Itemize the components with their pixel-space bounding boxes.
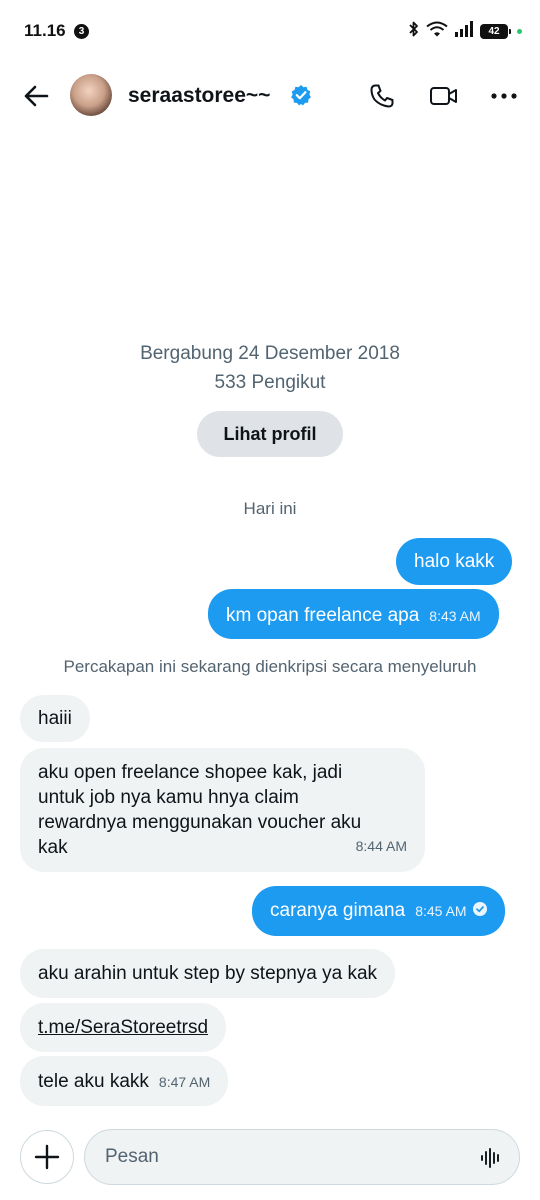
message-text: km opan freelance apa: [226, 605, 420, 626]
add-attachment-button[interactable]: [20, 1130, 74, 1184]
message-bubble-received[interactable]: t.me/SeraStoreetrsd: [20, 1003, 227, 1052]
message-bubble-received[interactable]: tele aku kakk 8:47 AM: [20, 1056, 229, 1106]
message-time: 8:45 AM: [415, 903, 467, 919]
view-profile-button[interactable]: Lihat profil: [197, 411, 343, 457]
voice-waveform-icon: [481, 1148, 499, 1168]
battery-icon: 42: [480, 23, 511, 39]
signal-icon: [454, 20, 474, 42]
message-time: 8:47 AM: [158, 1074, 211, 1090]
message-bubble-sent[interactable]: caranya gimana 8:45 AM: [252, 886, 505, 936]
message-time: 8:44 AM: [355, 838, 407, 854]
message-text: aku open freelance shopee kak, jadi untu…: [38, 762, 362, 858]
contact-name[interactable]: seraastoree~~: [128, 84, 270, 108]
follower-count: 533 Pengikut: [214, 372, 326, 393]
call-button[interactable]: [366, 80, 398, 112]
message-text: caranya gimana: [270, 900, 406, 921]
message-text: halo kakk: [414, 551, 495, 572]
privacy-indicator-dot: [517, 28, 522, 34]
message-composer: [0, 1122, 540, 1192]
back-arrow-icon: [24, 85, 49, 107]
message-bubble-received[interactable]: aku open freelance shopee kak, jadi untu…: [20, 748, 425, 872]
status-time: 11.16: [24, 21, 66, 40]
message-link[interactable]: t.me/SeraStoreetrsd: [38, 1017, 208, 1038]
notification-count-badge: 3: [74, 24, 89, 39]
message-time: 8:43 AM: [429, 608, 481, 624]
message-text: haiii: [38, 708, 72, 729]
message-bubble-received[interactable]: aku arahin untuk step by stepnya ya kak: [20, 949, 396, 998]
phone-icon: [370, 84, 394, 108]
plus-icon: [34, 1144, 60, 1170]
message-input[interactable]: [84, 1129, 520, 1185]
video-call-button[interactable]: [428, 80, 460, 112]
back-button[interactable]: [18, 78, 54, 114]
message-bubble-sent[interactable]: km opan freelance apa 8:43 AM: [208, 589, 499, 639]
more-options-icon: [491, 93, 517, 99]
video-camera-icon: [430, 87, 457, 105]
wifi-icon: [426, 21, 448, 42]
message-text: aku arahin untuk step by stepnya ya kak: [38, 963, 378, 984]
avatar[interactable]: [70, 74, 112, 116]
joined-date: Bergabung 24 Desember 2018: [140, 343, 400, 364]
more-options-button[interactable]: [488, 80, 520, 112]
day-separator: Hari ini: [243, 499, 297, 518]
verified-badge-icon: [291, 85, 311, 106]
bluetooth-icon: [408, 20, 420, 43]
message-text: tele aku kakk: [38, 1071, 149, 1092]
status-bar: 11.16 3 42: [0, 0, 540, 62]
status-icons: 42: [408, 20, 522, 42]
voice-message-button[interactable]: [476, 1144, 506, 1172]
conversation-header: seraastoree~~: [0, 62, 540, 130]
encryption-notice: Percakapan ini sekarang dienkripsi secar…: [63, 657, 477, 676]
message-bubble-received[interactable]: haiii: [20, 695, 90, 742]
message-bubble-sent[interactable]: halo kakk: [396, 538, 513, 585]
read-receipt-icon: [472, 902, 487, 916]
